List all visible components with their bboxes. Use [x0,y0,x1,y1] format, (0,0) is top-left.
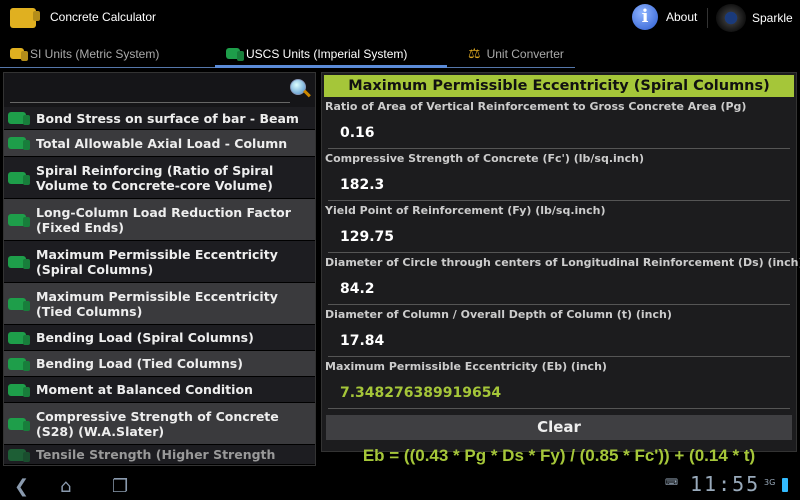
tab-si-units[interactable]: SI Units (Metric System) [10,38,159,69]
mixer-truck-icon [8,112,26,124]
about-label: About [666,10,698,24]
list-item[interactable]: Bending Load (Tied Columns) [4,351,315,377]
action-bar: Concrete Calculator i About Sparkle [0,0,800,36]
system-nav-bar: ❮ ⌂ ❐ [0,470,800,500]
result-eb[interactable]: 7.348276389919654 [328,375,790,409]
mixer-truck-icon [8,331,26,344]
mixer-truck-icon [8,297,26,310]
list-item[interactable]: Spiral Reinforcing (Ratio of Spiral Volu… [4,157,315,199]
formula-text: Eb = ((0.43 * Pg * Ds * Fy) / (0.85 * Fc… [362,446,756,465]
mixer-truck-icon [8,448,26,461]
concrete-mixer-app-icon [10,8,36,28]
field-label-t: Diameter of Column / Overall Depth of Co… [325,308,672,321]
formula-list-panel: Bond Stress on surface of bar - Beam Tot… [3,72,316,466]
mixer-truck-icon [8,213,26,226]
field-label-pg: Ratio of Area of Vertical Reinforcement … [325,100,747,113]
calculator-title: Maximum Permissible Eccentricity (Spiral… [324,75,794,97]
recent-apps-icon[interactable]: ❐ [112,476,128,497]
mixer-truck-icon [10,48,24,59]
battery-icon [782,478,788,492]
mixer-truck-icon [8,417,26,430]
list-item[interactable]: Total Allowable Axial Load - Column [4,130,315,157]
list-item-label: Moment at Balanced Condition [36,382,253,397]
list-item[interactable]: Maximum Permissible Eccentricity (Spiral… [4,241,315,283]
back-icon[interactable]: ❮ [14,476,29,497]
sparkle-logo-icon [716,4,746,32]
formula-list[interactable]: Bond Stress on surface of bar - Beam Tot… [4,107,315,465]
scales-icon: ⚖ [468,45,481,61]
network-type: 3G [764,478,776,487]
list-item-label: Long-Column Load Reduction Factor (Fixed… [36,204,291,235]
keyboard-icon: ⌨ [665,478,678,488]
search-icon[interactable] [290,79,312,101]
list-item-label: Tensile Strength (Higher Strength [36,447,276,462]
divider [707,8,708,28]
list-item[interactable]: Long-Column Load Reduction Factor (Fixed… [4,199,315,241]
list-item[interactable]: Tensile Strength (Higher Strength [4,445,315,465]
result-label: Maximum Permissible Eccentricity (Eb) (i… [325,360,607,373]
search-input[interactable] [10,79,290,103]
input-fc[interactable]: 182.3 [328,167,790,201]
mixer-truck-icon [8,383,26,396]
app-title: Concrete Calculator [50,10,157,24]
calculator-panel: Maximum Permissible Eccentricity (Spiral… [321,72,800,465]
field-label-fy: Yield Point of Reinforcement (Fy) (lb/sq… [325,204,606,217]
list-item[interactable]: Maximum Permissible Eccentricity (Tied C… [4,283,315,325]
list-item-label: Maximum Permissible Eccentricity (Tied C… [36,288,278,319]
list-item-label: Compressive Strength of Concrete (S28) (… [36,408,279,439]
clock: 11:55 [690,472,761,496]
field-label-fc: Compressive Strength of Concrete (Fc') (… [325,152,645,165]
list-item-label: Total Allowable Axial Load - Column [36,135,288,151]
list-item[interactable]: Compressive Strength of Concrete (S28) (… [4,403,315,445]
clear-button[interactable]: Clear [326,415,792,440]
list-item[interactable]: Bending Load (Spiral Columns) [4,325,315,351]
list-item-label: Spiral Reinforcing (Ratio of Spiral Volu… [36,162,274,193]
field-label-ds: Diameter of Circle through centers of Lo… [325,256,800,269]
tab-label: Unit Converter [486,46,564,61]
list-item-label: Bond Stress on surface of bar - Beam [36,110,299,126]
info-icon: i [632,4,658,30]
list-item[interactable]: Moment at Balanced Condition [4,377,315,403]
tab-unit-converter[interactable]: ⚖ Unit Converter [468,38,564,69]
list-item-label: Bending Load (Spiral Columns) [36,330,254,345]
mixer-truck-icon [226,48,240,59]
active-tab-indicator [215,65,447,68]
input-t[interactable]: 17.84 [328,323,790,357]
tab-label: SI Units (Metric System) [30,46,160,61]
list-item-label: Maximum Permissible Eccentricity (Spiral… [36,246,278,277]
list-item[interactable]: Bond Stress on surface of bar - Beam [4,107,315,130]
home-icon[interactable]: ⌂ [60,476,71,497]
sparkle-label: Sparkle [752,11,793,25]
mixer-truck-icon [8,171,26,184]
input-ds[interactable]: 84.2 [328,271,790,305]
about-button[interactable]: i About [632,4,697,30]
tab-label: USCS Units (Imperial System) [246,46,408,61]
tab-bar: SI Units (Metric System) USCS Units (Imp… [0,38,800,69]
input-fy[interactable]: 129.75 [328,219,790,253]
input-pg[interactable]: 0.16 [328,115,790,149]
sparkle-button[interactable]: Sparkle [716,4,793,32]
mixer-truck-icon [8,357,26,370]
list-item-label: Bending Load (Tied Columns) [36,356,243,371]
mixer-truck-icon [8,137,26,149]
mixer-truck-icon [8,255,26,268]
